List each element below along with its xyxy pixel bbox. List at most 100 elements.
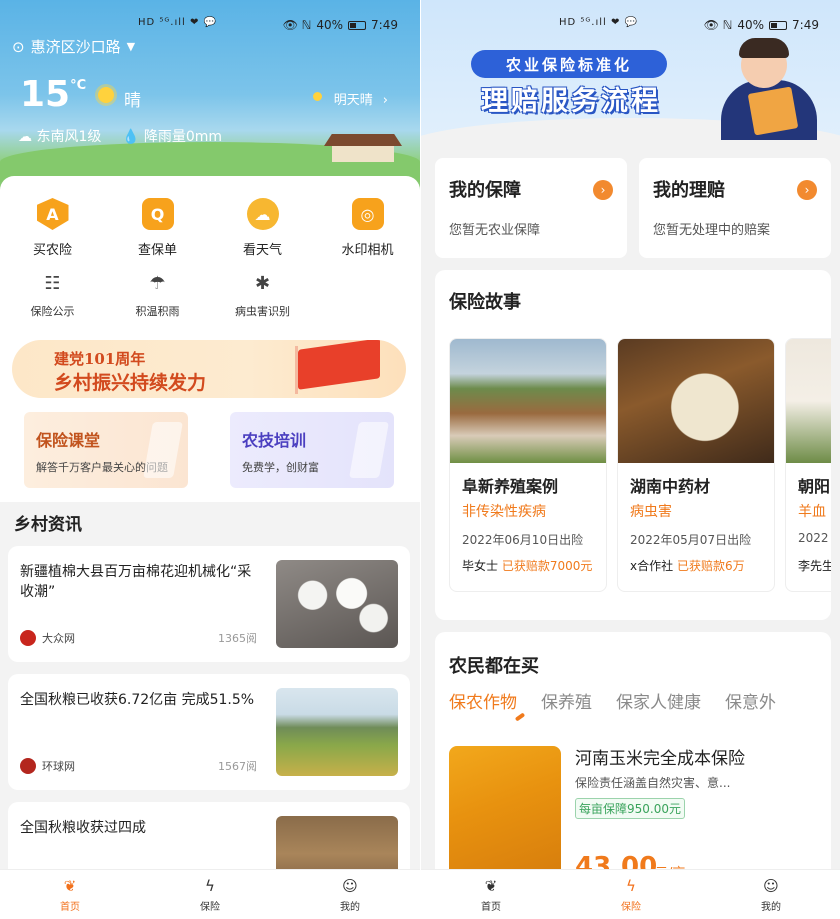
flag-icon <box>298 340 380 390</box>
section-title-stories: 保险故事 <box>449 292 521 313</box>
tab-insurance[interactable]: ϟ 保险 <box>561 870 701 919</box>
tab-me[interactable]: ☺ 我的 <box>701 870 840 919</box>
agent-illustration <box>707 36 825 140</box>
shield-bolt-icon: ϟ <box>205 877 215 895</box>
source-logo-icon <box>20 630 36 646</box>
insurance-class-card[interactable]: 保险课堂 解答千万客户最关心的问题 <box>24 412 188 488</box>
clock: 7:49 <box>792 18 819 32</box>
query-policy-button[interactable]: Q 查保单 <box>105 198 210 262</box>
search-icon: Q <box>141 198 174 230</box>
news-source: 大众网 <box>20 630 75 646</box>
popular-products-section: 农民都在买 保农作物 保养殖 保家人健康 保意外 河南玉米完全成本保险 保险责任… <box>435 632 831 892</box>
weather-button[interactable]: ☁ 看天气 <box>210 198 315 262</box>
book-decoration <box>143 422 183 478</box>
temperature: 15°C <box>20 74 87 115</box>
location-text: 惠济区沙口路 <box>30 38 121 56</box>
banner-line2: 乡村振兴持续发力 <box>54 372 207 394</box>
chevron-down-icon: ▼ <box>126 40 136 53</box>
tab-home[interactable]: ❦ 首页 <box>0 870 140 919</box>
my-claims-card[interactable]: 我的理赔 您暂无处理中的赔案 › <box>639 158 831 258</box>
wind-info: ☁ 东南风1级 <box>18 129 102 145</box>
tab-accident[interactable]: 保意外 <box>725 688 776 713</box>
tomorrow-sun-icon <box>313 92 322 101</box>
sheep-photo <box>786 339 831 463</box>
news-item[interactable]: 新疆植棉大县百万亩棉花迎机械化“采收潮” 大众网 1365阅 <box>8 546 410 662</box>
tab-home[interactable]: ❦ 首页 <box>421 870 561 919</box>
weather-condition: 晴 <box>124 91 141 111</box>
coverage-badge: 每亩保障950.00元 <box>575 798 685 819</box>
insurance-screen: 农业保险标准化 理赔服务流程 HD ⁵ᴳ.ıll ❤ 💬 👁 ℕ 40% 7:4… <box>421 0 840 919</box>
product-category-tabs: 保农作物 保养殖 保家人健康 保意外 <box>449 688 776 713</box>
tab-livestock[interactable]: 保养殖 <box>541 688 592 713</box>
story-card[interactable]: 阜新养殖案例 非传染性疾病 2022年06月10日出险 毕女士 已获赔款7000… <box>449 338 607 592</box>
cow-photo <box>450 339 606 463</box>
eye-nfc-icons: 👁 ℕ <box>282 18 312 32</box>
product-description: 保险责任涵盖自然灾害、意... <box>575 776 731 790</box>
battery-icon <box>348 20 367 30</box>
battery-percent: 40% <box>316 18 344 32</box>
face-icon: ☺ <box>342 877 358 895</box>
location-pin-icon: ⊙ <box>12 37 25 56</box>
rain-cloud-icon: ☂ <box>149 272 166 294</box>
arrow-right-icon: › <box>593 180 613 200</box>
shield-icon: A <box>36 198 69 230</box>
rain-info: 💧 降雨量0mm <box>122 129 223 145</box>
battery-icon <box>769 20 788 30</box>
insurance-stories-section: 保险故事 阜新养殖案例 非传染性疾病 2022年06月10日出险 毕女士 已获赔… <box>435 270 831 620</box>
banner-line1: 建党101周年 <box>54 350 146 368</box>
product-name[interactable]: 河南玉米完全成本保险 <box>575 744 745 769</box>
face-icon: ☺ <box>763 877 779 895</box>
my-coverage-card[interactable]: 我的保障 您暂无农业保障 › <box>435 158 627 258</box>
news-read-count: 1365阅 <box>218 632 257 645</box>
pest-identification-button[interactable]: ✱ 病虫害识别 <box>210 270 315 334</box>
rice-field-thumbnail <box>276 688 398 776</box>
leaf-icon: ❦ <box>63 877 77 895</box>
promo-banner[interactable]: 建党101周年 乡村振兴持续发力 <box>12 340 406 398</box>
house-illustration <box>324 134 402 162</box>
source-logo-icon <box>20 758 36 774</box>
story-card[interactable]: 朝阳 羊血 2022 李先生 <box>785 338 831 592</box>
insurance-notice-button[interactable]: ☷ 保险公示 <box>0 270 105 334</box>
buy-insurance-button[interactable]: A 买农险 <box>0 198 105 262</box>
accumulated-temp-rain-button[interactable]: ☂ 积温积雨 <box>105 270 210 334</box>
herb-photo <box>618 339 774 463</box>
signal-icons: HD ⁵ᴳ.ıll ❤ 💬 <box>559 17 638 28</box>
section-title-popular: 农民都在买 <box>449 656 539 677</box>
camera-icon: ◎ <box>351 198 384 230</box>
news-read-count: 1567阅 <box>218 760 257 773</box>
leaf-icon: ❦ <box>484 877 498 895</box>
eye-nfc-icons: 👁 ℕ <box>703 18 733 32</box>
bug-icon: ✱ <box>254 272 271 294</box>
chevron-right-icon: › <box>382 93 388 108</box>
status-bar: HD ⁵ᴳ.ıll ❤ 💬 👁 ℕ 40% 7:49 <box>421 16 840 36</box>
home-screen: HD ⁵ᴳ.ıll ❤ 💬 👁 ℕ 40% 7:49 ⊙ 惠济区沙口路 ▼ 15… <box>0 0 420 919</box>
location-selector[interactable]: ⊙ 惠济区沙口路 ▼ <box>12 36 135 57</box>
tomorrow-forecast-link[interactable]: 明天晴 › <box>334 89 388 108</box>
shield-bolt-icon: ϟ <box>626 877 636 895</box>
banner-pill: 农业保险标准化 <box>471 50 667 78</box>
bottom-tab-bar: ❦ 首页 ϟ 保险 ☺ 我的 <box>0 869 420 919</box>
news-source: 环球网 <box>20 758 75 774</box>
tab-me[interactable]: ☺ 我的 <box>280 870 420 919</box>
agri-training-card[interactable]: 农技培训 免费学，创财富 <box>230 412 394 488</box>
story-card[interactable]: 湖南中药材 病虫害 2022年05月07日出险 x合作社 已获赔款6万 <box>617 338 775 592</box>
battery-percent: 40% <box>737 18 765 32</box>
status-bar: HD ⁵ᴳ.ıll ❤ 💬 👁 ℕ 40% 7:49 <box>0 16 420 36</box>
signal-icons: HD ⁵ᴳ.ıll ❤ 💬 <box>138 17 217 28</box>
tab-family-health[interactable]: 保家人健康 <box>616 688 701 713</box>
book-decoration <box>349 422 389 478</box>
notice-board-icon: ☷ <box>44 272 61 294</box>
sub-feature-grid: ☷ 保险公示 ☂ 积温积雨 ✱ 病虫害识别 <box>0 270 315 334</box>
sun-icon <box>98 87 114 103</box>
main-feature-grid: A 买农险 Q 查保单 ☁ 看天气 ◎ 水印相机 <box>0 198 420 262</box>
tab-insurance[interactable]: ϟ 保险 <box>140 870 280 919</box>
clock: 7:49 <box>371 18 398 32</box>
section-title-rural-news: 乡村资讯 <box>14 515 82 535</box>
arrow-right-icon: › <box>797 180 817 200</box>
news-item[interactable]: 全国秋粮已收获6.72亿亩 完成51.5% 环球网 1567阅 <box>8 674 410 790</box>
cloud-sun-icon: ☁ <box>246 198 279 230</box>
watermark-camera-button[interactable]: ◎ 水印相机 <box>315 198 420 262</box>
tab-crops[interactable]: 保农作物 <box>449 688 517 713</box>
banner-title: 理赔服务流程 <box>481 86 661 117</box>
bottom-tab-bar: ❦ 首页 ϟ 保险 ☺ 我的 <box>421 869 840 919</box>
